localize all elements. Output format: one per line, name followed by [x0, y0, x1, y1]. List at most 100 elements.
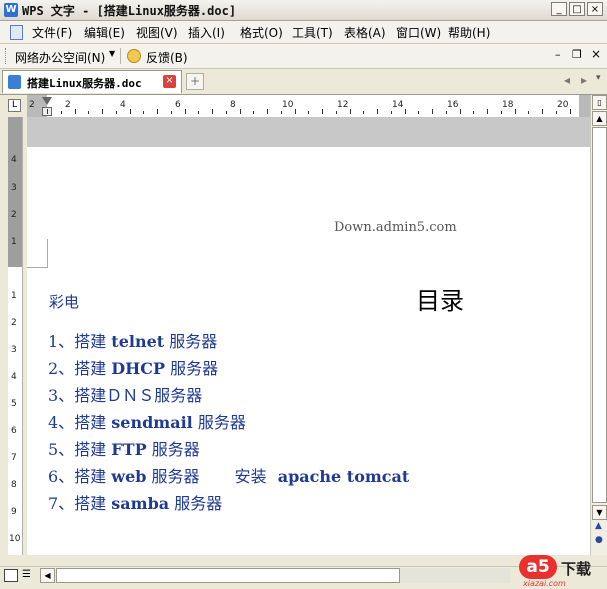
ruler-right-margin: [579, 95, 590, 117]
toc-number: 7、: [48, 494, 75, 513]
ruler-tick: [487, 109, 488, 114]
ruler-label: 10: [282, 100, 294, 110]
ruler-label: 4: [120, 100, 126, 110]
tab-scroll-left-icon[interactable]: ◂: [564, 73, 570, 87]
ruler-toggle-button[interactable]: ▯: [592, 95, 607, 110]
ruler-tick: [445, 111, 447, 114]
ruler-tick: [459, 109, 461, 114]
toc-item: 6、搭建 web 服务器 安装 apache tomcat: [48, 463, 409, 487]
ruler-tick: [60, 111, 62, 114]
document-icon[interactable]: [10, 25, 23, 40]
menu-view[interactable]: 视图(V): [136, 24, 178, 41]
toc-suffix: 服务器: [197, 413, 246, 432]
ruler-tick: [239, 109, 241, 114]
tab-label: 搭建Linux服务器.doc: [27, 77, 142, 90]
toc-verb: 搭建: [74, 359, 107, 378]
ruler-label: 9: [11, 507, 17, 517]
tab-list-icon[interactable]: ▾: [596, 73, 601, 83]
document-page[interactable]: Down.admin5.com 彩电 目录 1、搭建 telnet 服务器 2、…: [27, 147, 590, 555]
menu-tools[interactable]: 工具(T): [292, 24, 333, 41]
tab-scroll-right-icon[interactable]: ▸: [581, 73, 587, 87]
toc-item: 1、搭建 telnet 服务器: [48, 328, 217, 352]
ruler-tick: [115, 111, 117, 114]
ruler-label: 16: [447, 100, 459, 110]
ruler-tick: [500, 111, 502, 114]
ruler-corner: L: [0, 95, 27, 117]
scroll-down-button[interactable]: ▼: [592, 505, 607, 520]
ruler-label: 8: [11, 480, 17, 490]
toc-item: 4、搭建 sendmail 服务器: [48, 409, 246, 433]
toc-keyword: DHCP: [111, 359, 166, 378]
ruler-tick: [129, 109, 131, 114]
ruler-tick: [418, 111, 420, 114]
scroll-track[interactable]: [400, 568, 510, 583]
ruler-tick: [514, 109, 516, 114]
ruler-label: 14: [392, 100, 404, 110]
outline-view-icon[interactable]: ☰: [22, 569, 36, 582]
ruler-tick: [170, 111, 172, 114]
tab-stop-selector[interactable]: L: [8, 99, 21, 112]
toc-suffix: 服务器: [151, 467, 200, 486]
scroll-thumb[interactable]: [592, 127, 607, 503]
menu-help[interactable]: 帮助(H): [448, 24, 490, 41]
feedback-icon: [127, 49, 141, 63]
ruler-label: 2: [11, 210, 17, 220]
menu-table[interactable]: 表格(A): [344, 24, 386, 41]
close-button[interactable]: ×: [587, 2, 603, 16]
normal-view-icon[interactable]: [4, 569, 18, 582]
menu-edit[interactable]: 编辑(E): [84, 24, 125, 41]
previous-page-icon[interactable]: ▲: [595, 521, 602, 531]
ruler-tick: [569, 109, 571, 114]
logo-mark: a5: [519, 555, 557, 579]
toc-keyword: samba: [111, 494, 170, 513]
ruler-label: 12: [337, 100, 349, 110]
toc-keyword: ＤＮＳ: [106, 386, 155, 405]
select-browse-object-icon[interactable]: ●: [595, 535, 603, 545]
toc-keyword: FTP: [111, 440, 147, 459]
tab-document[interactable]: 搭建Linux服务器.doc ×: [2, 70, 182, 93]
menu-file[interactable]: 文件(F): [32, 24, 72, 41]
ruler-label: 8: [230, 100, 236, 110]
ruler-tick: [74, 109, 76, 114]
menu-window[interactable]: 窗口(W): [396, 24, 441, 41]
feedback-button[interactable]: 反馈(B): [146, 49, 188, 66]
toc-item: 3、搭建ＤＮＳ服务器: [48, 382, 202, 406]
menu-format[interactable]: 格式(O): [240, 24, 283, 41]
toolbar-grip: [5, 48, 9, 64]
minimize-button[interactable]: _: [551, 2, 567, 16]
ruler-tick: [102, 109, 103, 114]
restore-button[interactable]: □: [569, 2, 585, 16]
toc-verb: 搭建: [74, 386, 107, 405]
toc-keyword: telnet: [111, 332, 165, 351]
tab-close-icon[interactable]: ×: [163, 75, 176, 88]
vertical-scrollbar[interactable]: ▯ ▲ ▼ ▲ ●: [590, 95, 607, 555]
menu-insert[interactable]: 插入(I): [188, 24, 225, 41]
doc-minimize-icon[interactable]: –: [555, 48, 561, 61]
horizontal-ruler[interactable]: 2 2 4 6 8 10 12 14 16 18 20 22 24 26 28: [27, 95, 590, 118]
doc-close-icon[interactable]: ×: [591, 47, 601, 61]
ruler-tick: [432, 109, 433, 114]
toc-keyword: web: [111, 467, 147, 486]
left-gutter: [0, 117, 8, 555]
document-tab-strip: 搭建Linux服务器.doc × + ◂ ▸ ▾: [0, 69, 607, 95]
ruler-tick: [267, 109, 268, 114]
ruler-tick: [184, 109, 186, 114]
chevron-down-icon[interactable]: ▼: [109, 49, 115, 58]
new-tab-button[interactable]: +: [186, 73, 204, 90]
ruler-label: 10: [9, 534, 21, 544]
vertical-ruler[interactable]: 4 3 2 1 1 2 3 4 5 6 7 8 9 10: [8, 117, 23, 555]
ruler-tick: [198, 111, 200, 114]
toc-suffix: 服务器: [169, 332, 218, 351]
watermark-text: Down.admin5.com: [334, 220, 457, 235]
scroll-thumb[interactable]: [56, 568, 400, 583]
scroll-left-button[interactable]: ◀: [40, 568, 55, 583]
ruler-label: 1: [11, 237, 17, 247]
toolbar-separator: [120, 48, 121, 64]
ruler-tick: [308, 111, 310, 114]
doc-restore-icon[interactable]: ❐: [572, 48, 582, 61]
wps-document-icon: [8, 75, 21, 89]
ruler-label: 4: [11, 155, 17, 165]
toc-item: 5、搭建 FTP 服务器: [48, 436, 200, 460]
scroll-up-button[interactable]: ▲: [592, 111, 607, 126]
office-space-button[interactable]: 网络办公空间(N): [15, 49, 105, 66]
